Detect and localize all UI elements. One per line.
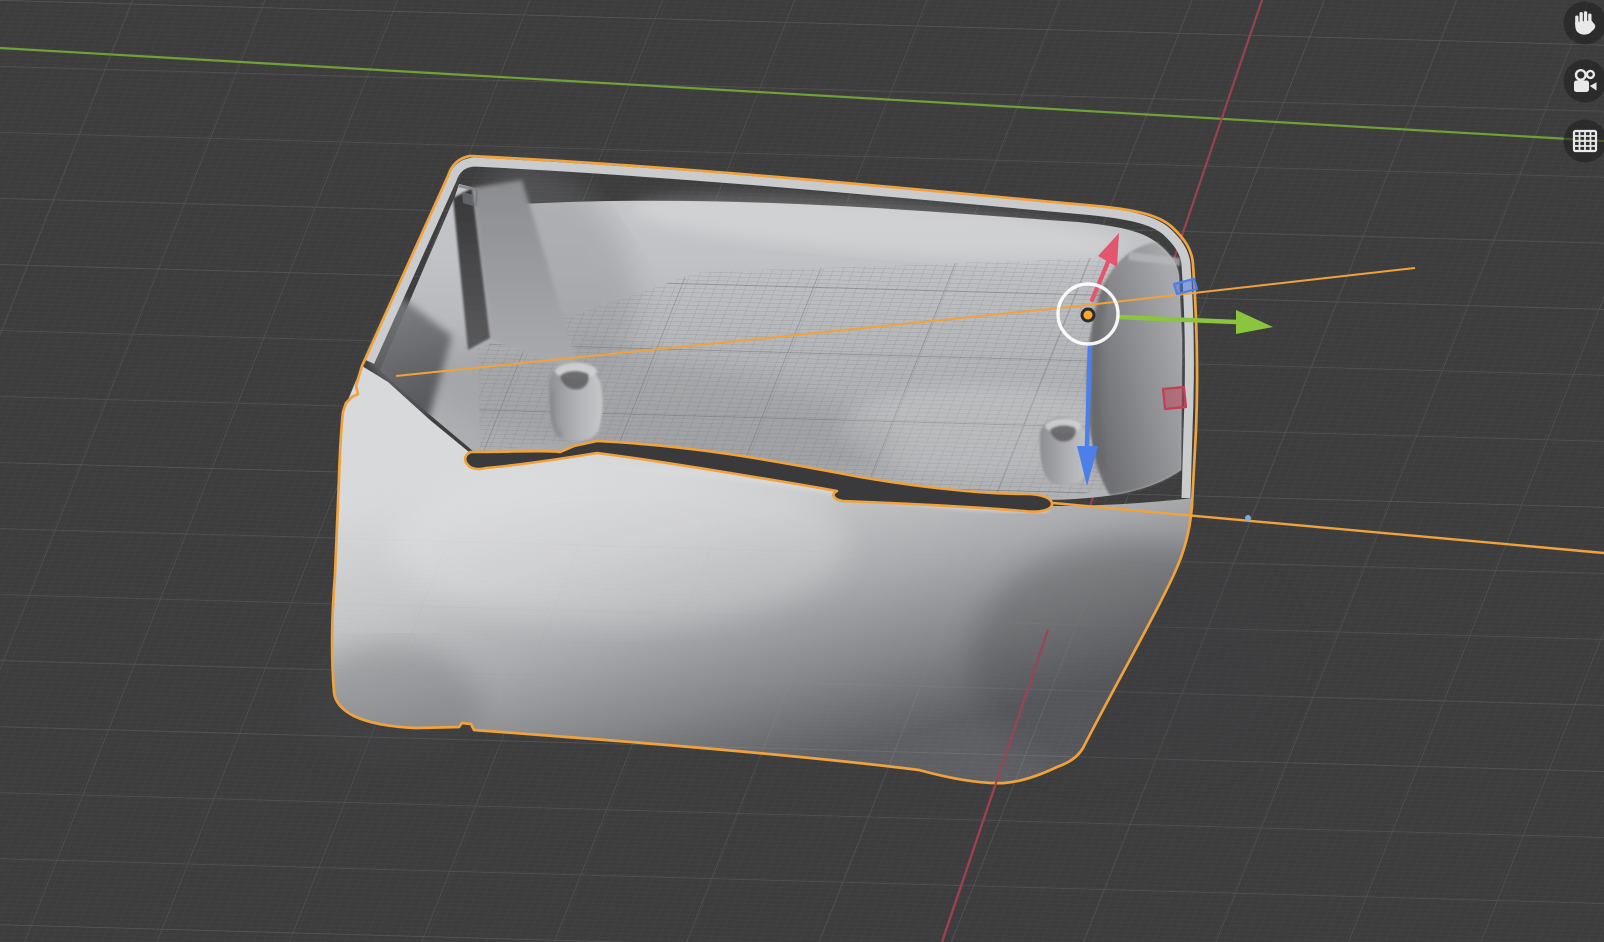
gizmo-plane-yz-handle[interactable] [1161, 385, 1188, 411]
boss-clip-left [548, 363, 603, 442]
origin-dot [1245, 515, 1251, 521]
viewport-3d[interactable] [0, 0, 1604, 942]
gizmo-center-dot[interactable] [1083, 310, 1093, 320]
nav-gizmo-buttons [1563, 1, 1604, 163]
